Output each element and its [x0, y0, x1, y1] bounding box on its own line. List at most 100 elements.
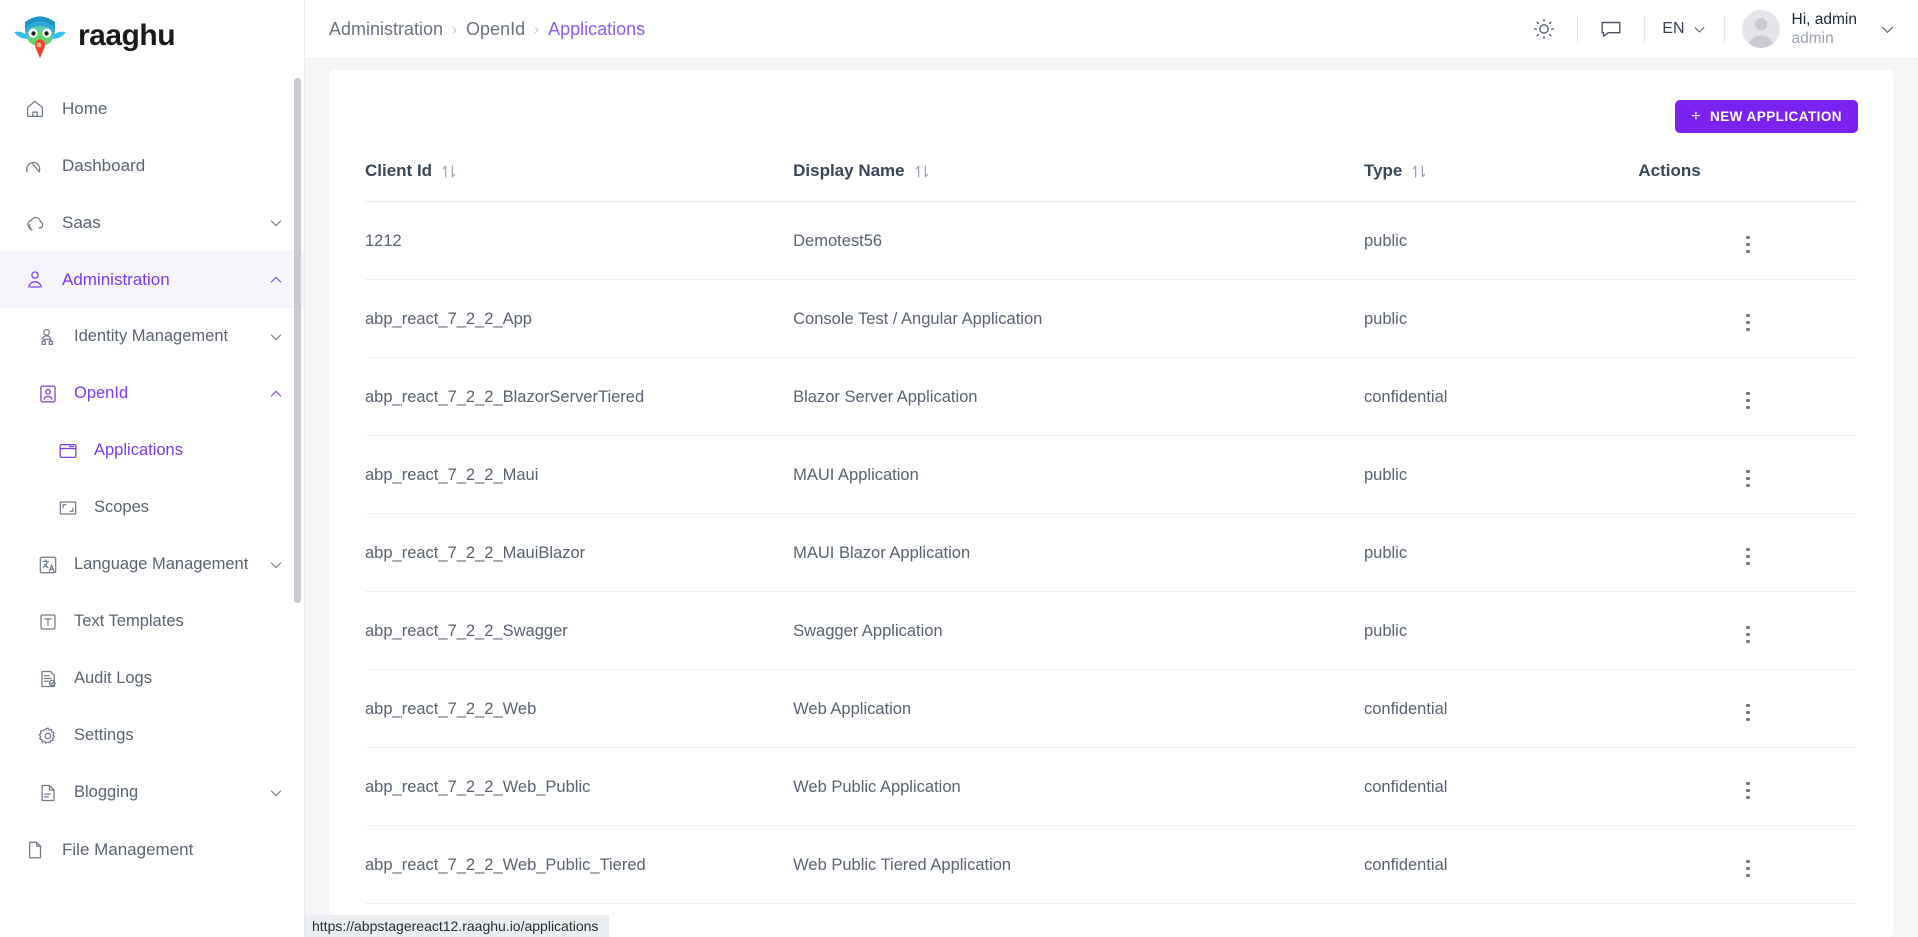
card-toolbar: + NEW APPLICATION	[365, 92, 1858, 143]
sidebar-item-scopes[interactable]: Scopes	[0, 479, 304, 536]
column-header-client-id[interactable]: Client Id	[365, 143, 794, 202]
chevron-down-icon[interactable]	[268, 329, 284, 345]
sidebar-item-language-management[interactable]: Language Management	[0, 536, 304, 593]
cell-type: confidential	[1363, 747, 1639, 826]
cell-actions	[1638, 825, 1858, 904]
more-vertical-icon[interactable]	[1736, 856, 1760, 882]
status-bar: https://abpstagereact12.raaghu.io/applic…	[305, 915, 609, 937]
table-head: Client Id Display Name Type Actions	[365, 143, 1858, 202]
applications-window-icon	[56, 438, 80, 464]
more-vertical-icon[interactable]	[1736, 232, 1760, 258]
sidebar-item-label: OpenId	[74, 384, 129, 402]
user-menu[interactable]: Hi, admin admin	[1736, 10, 1896, 49]
table-row[interactable]: abp_react_7_2_2_BlazorServerTiered Blazor…	[365, 357, 1858, 436]
cell-display-name: Web Public Tiered Application	[793, 825, 1364, 904]
sort-updown-icon[interactable]	[914, 163, 930, 180]
cell-display-name: Console Test / Angular Application	[793, 279, 1364, 358]
breadcrumb-item[interactable]: OpenId	[466, 19, 525, 40]
cell-client-id: abp_react_7_2_2_BlazorServerTiered	[365, 357, 794, 436]
chevron-down-icon[interactable]	[268, 785, 284, 801]
cell-actions	[1638, 747, 1858, 826]
sidebar-item-label: Language Management	[74, 555, 249, 573]
document-icon	[36, 780, 60, 806]
gear-icon	[36, 723, 60, 749]
chevron-down-icon[interactable]	[268, 215, 284, 231]
column-header-display-name[interactable]: Display Name	[793, 143, 1364, 202]
cell-client-id: 1212	[365, 201, 794, 280]
sidebar-item-label: Text Templates	[74, 612, 184, 630]
table-row[interactable]: abp_react_7_2_2_MauiBlazor MAUI Blazor Ap…	[365, 513, 1858, 592]
chevron-up-icon[interactable]	[268, 386, 284, 402]
content-area: + NEW APPLICATION Client Id Display Name T…	[305, 59, 1918, 937]
sidebar-item-applications[interactable]: Applications	[0, 422, 304, 479]
cell-actions	[1638, 591, 1858, 670]
table-row[interactable]: abp_react_7_2_2_Web Web Application confid…	[365, 669, 1858, 748]
table-row[interactable]: abp_react_7_2_2_Maui MAUI Application publ…	[365, 435, 1858, 514]
cell-client-id: abp_react_7_2_2_Web_Public_Tiered	[365, 825, 794, 904]
cell-display-name: MAUI Application	[793, 435, 1364, 514]
cell-actions	[1638, 513, 1858, 592]
cell-type: confidential	[1363, 825, 1639, 904]
table-row[interactable]: abp_react_7_2_2_Web_Public Web Public App…	[365, 747, 1858, 826]
cell-client-id: abp_react_7_2_2_App	[365, 279, 794, 358]
status-bar-url: https://abpstagereact12.raaghu.io/applic…	[312, 918, 599, 934]
sidebar-item-administration[interactable]: Administration	[0, 251, 304, 308]
column-header-type[interactable]: Type	[1363, 143, 1639, 202]
brand[interactable]: raaghu	[0, 0, 304, 72]
sidebar-item-dashboard[interactable]: Dashboard	[0, 137, 304, 194]
sidebar-nav: Home Dashboard Saas Administration Identity …	[0, 72, 304, 937]
breadcrumb: Administration › OpenId › Applications	[329, 19, 645, 40]
applications-table: Client Id Display Name Type Actions 1212 Dem…	[365, 143, 1858, 904]
new-application-label: NEW APPLICATION	[1710, 109, 1842, 124]
language-code: EN	[1662, 20, 1685, 37]
breadcrumb-separator: ›	[534, 20, 540, 38]
table-row[interactable]: 1212 Demotest56 public	[365, 201, 1858, 280]
sun-brightness-icon[interactable]	[1522, 7, 1566, 51]
sidebar-item-home[interactable]: Home	[0, 80, 304, 137]
breadcrumb-item[interactable]: Administration	[329, 19, 443, 40]
language-selector[interactable]: EN	[1656, 20, 1712, 38]
header-actions: EN Hi, admin admin	[1522, 7, 1896, 51]
sidebar-scrollbar-track[interactable]	[294, 78, 301, 868]
sidebar-item-blogging[interactable]: Blogging	[0, 764, 304, 821]
new-application-button[interactable]: + NEW APPLICATION	[1675, 100, 1858, 133]
chevron-down-icon[interactable]	[1879, 21, 1896, 38]
chevron-up-icon[interactable]	[268, 272, 284, 288]
sidebar-item-settings[interactable]: Settings	[0, 707, 304, 764]
more-vertical-icon[interactable]	[1736, 700, 1760, 726]
dashboard-speedometer-icon	[22, 153, 48, 179]
breadcrumb-item[interactable]: Applications	[548, 19, 645, 40]
plus-icon: +	[1691, 107, 1701, 125]
more-vertical-icon[interactable]	[1736, 544, 1760, 570]
sidebar-item-openid[interactable]: OpenId	[0, 365, 304, 422]
cell-client-id: abp_react_7_2_2_Swagger	[365, 591, 794, 670]
top-header: Administration›OpenId›Applications E	[305, 0, 1918, 59]
sort-updown-icon[interactable]	[441, 163, 457, 180]
sidebar-item-text-templates[interactable]: Text Templates	[0, 593, 304, 650]
home-icon	[22, 96, 48, 122]
more-vertical-icon[interactable]	[1736, 388, 1760, 414]
chevron-down-icon[interactable]	[268, 557, 284, 573]
table-row[interactable]: abp_react_7_2_2_Swagger Swagger Applicati…	[365, 591, 1858, 670]
sidebar-item-label: Dashboard	[62, 155, 146, 175]
sidebar-item-file-management[interactable]: File Management	[0, 821, 304, 878]
sidebar-item-saas[interactable]: Saas	[0, 194, 304, 251]
cell-type: confidential	[1363, 357, 1639, 436]
sidebar-item-audit-logs[interactable]: Audit Logs	[0, 650, 304, 707]
more-vertical-icon[interactable]	[1736, 622, 1760, 648]
cell-display-name: Swagger Application	[793, 591, 1364, 670]
sort-updown-icon[interactable]	[1411, 163, 1427, 180]
more-vertical-icon[interactable]	[1736, 466, 1760, 492]
table-header-row: Client Id Display Name Type Actions	[365, 143, 1858, 202]
more-vertical-icon[interactable]	[1736, 778, 1760, 804]
table-row[interactable]: abp_react_7_2_2_Web_Public_Tiered Web Pub…	[365, 825, 1858, 904]
more-vertical-icon[interactable]	[1736, 310, 1760, 336]
breadcrumb-separator: ›	[452, 20, 458, 38]
sidebar-item-identity-management[interactable]: Identity Management	[0, 308, 304, 365]
cell-type: public	[1363, 279, 1639, 358]
cell-client-id: abp_react_7_2_2_MauiBlazor	[365, 513, 794, 592]
sidebar-scrollbar-thumb[interactable]	[294, 78, 301, 603]
chat-bubble-icon[interactable]	[1589, 7, 1633, 51]
table-row[interactable]: abp_react_7_2_2_App Console Test / Angula…	[365, 279, 1858, 358]
cell-display-name: Web Application	[793, 669, 1364, 748]
